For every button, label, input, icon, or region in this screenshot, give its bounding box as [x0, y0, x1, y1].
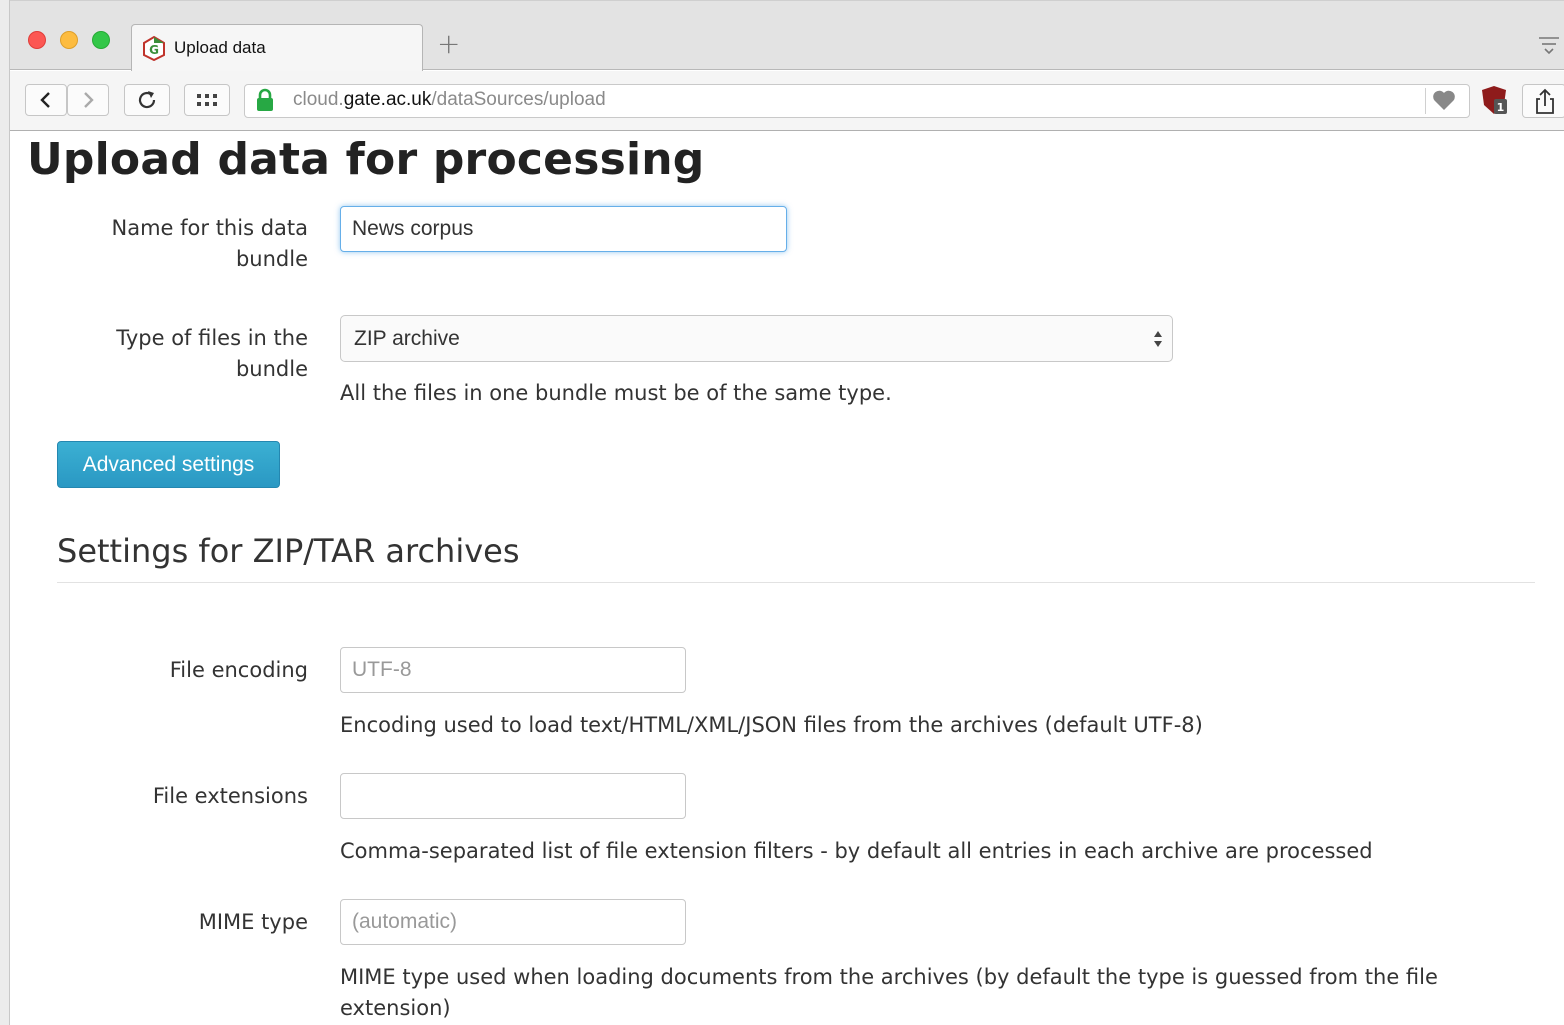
- file-type-select[interactable]: ZIP archive: [340, 315, 1173, 362]
- mime-type-help-line1: MIME type used when loading documents fr…: [340, 965, 1438, 989]
- file-extensions-input[interactable]: [340, 773, 686, 819]
- file-type-label: Type of files in the bundle: [116, 323, 308, 385]
- file-type-help: All the files in one bundle must be of t…: [340, 381, 892, 405]
- top-sites-button[interactable]: [184, 84, 230, 116]
- file-type-selected: ZIP archive: [354, 326, 460, 350]
- share-button[interactable]: [1522, 84, 1564, 118]
- mime-type-help-line2: extension): [340, 996, 451, 1020]
- window-edge: [0, 0, 10, 1025]
- advanced-settings-button[interactable]: Advanced settings: [57, 441, 280, 488]
- file-type-label-line2: bundle: [235, 357, 308, 381]
- back-button[interactable]: [25, 84, 67, 116]
- file-encoding-placeholder: UTF-8: [352, 658, 412, 681]
- bundle-name-value: News corpus: [352, 217, 474, 240]
- back-icon: [40, 92, 50, 108]
- svg-text:G: G: [149, 43, 159, 57]
- tab-menu-icon[interactable]: [1538, 35, 1560, 55]
- section-divider: [57, 582, 1535, 583]
- tab-favicon-icon: G: [143, 35, 165, 61]
- url-prefix: cloud.: [293, 89, 344, 110]
- svg-text:1: 1: [1497, 101, 1505, 114]
- bundle-name-label: Name for this data bundle: [112, 213, 308, 275]
- reload-button[interactable]: [124, 84, 170, 116]
- ublock-icon[interactable]: 1: [1480, 85, 1508, 115]
- bundle-name-label-line1: Name for this data: [111, 216, 308, 240]
- zoom-window-button[interactable]: [92, 31, 110, 49]
- url-text[interactable]: cloud.gate.ac.uk/dataSources/upload: [293, 89, 606, 111]
- forward-button[interactable]: [67, 84, 109, 116]
- page-title: Upload data for processing: [27, 134, 705, 185]
- address-bar-divider: [1425, 88, 1426, 114]
- file-encoding-input[interactable]: UTF-8: [340, 647, 686, 693]
- minimize-window-button[interactable]: [60, 31, 78, 49]
- lock-icon: [257, 88, 273, 111]
- close-window-button[interactable]: [28, 31, 46, 49]
- mime-type-label: MIME type: [198, 910, 308, 934]
- url-domain: gate.ac.uk: [343, 89, 432, 110]
- mime-type-placeholder: (automatic): [352, 910, 458, 933]
- bundle-name-input[interactable]: News corpus: [340, 206, 787, 252]
- new-tab-icon[interactable]: +: [437, 30, 460, 58]
- top-sites-icon: [197, 94, 217, 106]
- forward-icon: [84, 92, 94, 108]
- reload-icon: [138, 91, 156, 109]
- mime-type-input[interactable]: (automatic): [340, 899, 686, 945]
- url-path: /dataSources/upload: [431, 89, 606, 110]
- bundle-name-label-line2: bundle: [235, 247, 308, 271]
- file-encoding-label: File encoding: [169, 658, 308, 682]
- file-type-label-line1: Type of files in the: [116, 326, 308, 350]
- file-encoding-help: Encoding used to load text/HTML/XML/JSON…: [340, 713, 1203, 737]
- share-icon: [1536, 88, 1554, 114]
- tab-title: Upload data: [174, 38, 266, 57]
- tab-upload-data[interactable]: G Upload data: [131, 24, 423, 71]
- file-extensions-help: Comma-separated list of file extension f…: [340, 839, 1373, 863]
- archive-settings-heading: Settings for ZIP/TAR archives: [57, 532, 520, 570]
- heart-icon[interactable]: [1432, 89, 1456, 111]
- file-extensions-label: File extensions: [152, 784, 308, 808]
- mime-type-help: MIME type used when loading documents fr…: [340, 962, 1438, 1024]
- select-arrows-icon: [1154, 331, 1162, 347]
